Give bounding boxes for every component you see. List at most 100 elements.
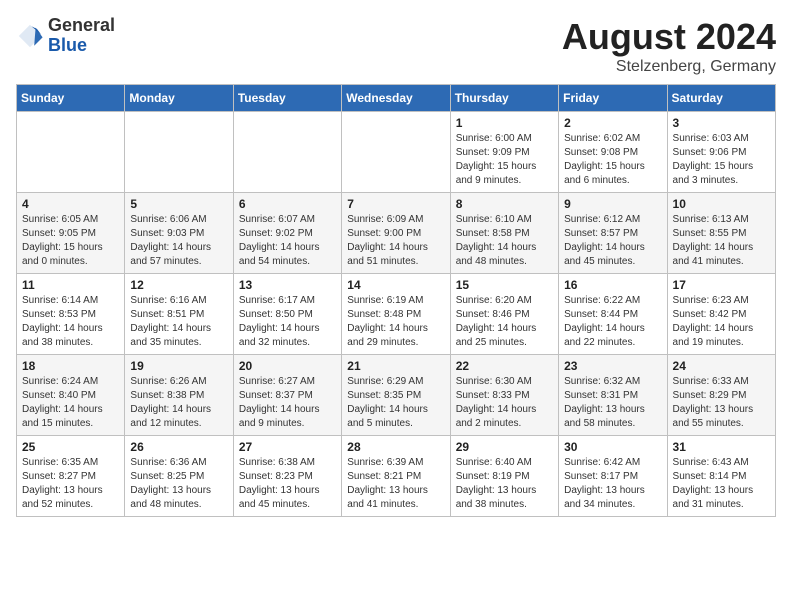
day-number: 6 <box>239 197 336 211</box>
logo: General Blue <box>16 16 115 56</box>
week-row-2: 4 Sunrise: 6:05 AMSunset: 9:05 PMDaylight… <box>17 193 776 274</box>
calendar-table: SundayMondayTuesdayWednesdayThursdayFrid… <box>16 84 776 517</box>
calendar-cell <box>125 112 233 193</box>
day-header-tuesday: Tuesday <box>233 85 341 112</box>
calendar-cell: 13 Sunrise: 6:17 AMSunset: 8:50 PMDayligh… <box>233 274 341 355</box>
day-info: Sunrise: 6:02 AMSunset: 9:08 PMDaylight:… <box>564 132 661 188</box>
calendar-cell: 8 Sunrise: 6:10 AMSunset: 8:58 PMDaylight… <box>450 193 558 274</box>
day-info: Sunrise: 6:23 AMSunset: 8:42 PMDaylight:… <box>673 294 770 350</box>
calendar-cell: 14 Sunrise: 6:19 AMSunset: 8:48 PMDayligh… <box>342 274 450 355</box>
day-info: Sunrise: 6:05 AMSunset: 9:05 PMDaylight:… <box>22 213 119 269</box>
day-number: 29 <box>456 440 553 454</box>
day-header-sunday: Sunday <box>17 85 125 112</box>
day-number: 5 <box>130 197 227 211</box>
title-block: August 2024 Stelzenberg, Germany <box>562 16 776 76</box>
day-info: Sunrise: 6:22 AMSunset: 8:44 PMDaylight:… <box>564 294 661 350</box>
day-info: Sunrise: 6:17 AMSunset: 8:50 PMDaylight:… <box>239 294 336 350</box>
day-header-friday: Friday <box>559 85 667 112</box>
day-number: 9 <box>564 197 661 211</box>
day-number: 19 <box>130 359 227 373</box>
location-label: Stelzenberg, Germany <box>562 58 776 76</box>
day-info: Sunrise: 6:10 AMSunset: 8:58 PMDaylight:… <box>456 213 553 269</box>
calendar-cell: 5 Sunrise: 6:06 AMSunset: 9:03 PMDaylight… <box>125 193 233 274</box>
day-info: Sunrise: 6:39 AMSunset: 8:21 PMDaylight:… <box>347 456 444 512</box>
day-info: Sunrise: 6:36 AMSunset: 8:25 PMDaylight:… <box>130 456 227 512</box>
day-number: 2 <box>564 116 661 130</box>
calendar-cell: 7 Sunrise: 6:09 AMSunset: 9:00 PMDaylight… <box>342 193 450 274</box>
calendar-cell: 30Sunrise: 6:42 AMSunset: 8:17 PMDayligh… <box>559 436 667 517</box>
logo-blue-label: Blue <box>48 36 115 56</box>
day-number: 21 <box>347 359 444 373</box>
logo-icon <box>16 22 44 50</box>
calendar-cell <box>342 112 450 193</box>
page-header: General Blue August 2024 Stelzenberg, Ge… <box>16 16 776 76</box>
day-number: 3 <box>673 116 770 130</box>
week-row-4: 18 Sunrise: 6:24 AMSunset: 8:40 PMDayligh… <box>17 355 776 436</box>
day-info: Sunrise: 6:00 AMSunset: 9:09 PMDaylight:… <box>456 132 553 188</box>
day-number: 15 <box>456 278 553 292</box>
calendar-cell: 10Sunrise: 6:13 AMSunset: 8:55 PMDayligh… <box>667 193 775 274</box>
calendar-cell: 4 Sunrise: 6:05 AMSunset: 9:05 PMDaylight… <box>17 193 125 274</box>
calendar-cell: 6 Sunrise: 6:07 AMSunset: 9:02 PMDaylight… <box>233 193 341 274</box>
day-header-monday: Monday <box>125 85 233 112</box>
day-number: 20 <box>239 359 336 373</box>
day-number: 22 <box>456 359 553 373</box>
week-row-3: 11 Sunrise: 6:14 AMSunset: 8:53 PMDayligh… <box>17 274 776 355</box>
day-number: 11 <box>22 278 119 292</box>
day-header-saturday: Saturday <box>667 85 775 112</box>
day-info: Sunrise: 6:06 AMSunset: 9:03 PMDaylight:… <box>130 213 227 269</box>
day-number: 8 <box>456 197 553 211</box>
day-info: Sunrise: 6:09 AMSunset: 9:00 PMDaylight:… <box>347 213 444 269</box>
calendar-cell: 26 Sunrise: 6:36 AMSunset: 8:25 PMDayligh… <box>125 436 233 517</box>
day-info: Sunrise: 6:27 AMSunset: 8:37 PMDaylight:… <box>239 375 336 431</box>
day-number: 16 <box>564 278 661 292</box>
day-number: 1 <box>456 116 553 130</box>
calendar-cell: 9Sunrise: 6:12 AMSunset: 8:57 PMDaylight… <box>559 193 667 274</box>
calendar-cell: 21 Sunrise: 6:29 AMSunset: 8:35 PMDayligh… <box>342 355 450 436</box>
day-number: 26 <box>130 440 227 454</box>
day-info: Sunrise: 6:30 AMSunset: 8:33 PMDaylight:… <box>456 375 553 431</box>
day-number: 17 <box>673 278 770 292</box>
calendar-cell: 2 Sunrise: 6:02 AMSunset: 9:08 PMDaylight… <box>559 112 667 193</box>
calendar-cell: 17 Sunrise: 6:23 AMSunset: 8:42 PMDayligh… <box>667 274 775 355</box>
day-header-wednesday: Wednesday <box>342 85 450 112</box>
day-info: Sunrise: 6:16 AMSunset: 8:51 PMDaylight:… <box>130 294 227 350</box>
logo-general-label: General <box>48 16 115 36</box>
day-number: 18 <box>22 359 119 373</box>
day-number: 7 <box>347 197 444 211</box>
calendar-cell: 11 Sunrise: 6:14 AMSunset: 8:53 PMDayligh… <box>17 274 125 355</box>
day-info: Sunrise: 6:43 AMSunset: 8:14 PMDaylight:… <box>673 456 770 512</box>
week-row-1: 1 Sunrise: 6:00 AMSunset: 9:09 PMDaylight… <box>17 112 776 193</box>
calendar-header-row: SundayMondayTuesdayWednesdayThursdayFrid… <box>17 85 776 112</box>
day-number: 14 <box>347 278 444 292</box>
week-row-5: 25Sunrise: 6:35 AMSunset: 8:27 PMDayligh… <box>17 436 776 517</box>
calendar-cell <box>17 112 125 193</box>
calendar-cell: 27 Sunrise: 6:38 AMSunset: 8:23 PMDayligh… <box>233 436 341 517</box>
day-number: 10 <box>673 197 770 211</box>
day-info: Sunrise: 6:29 AMSunset: 8:35 PMDaylight:… <box>347 375 444 431</box>
day-info: Sunrise: 6:19 AMSunset: 8:48 PMDaylight:… <box>347 294 444 350</box>
calendar-cell: 15Sunrise: 6:20 AMSunset: 8:46 PMDayligh… <box>450 274 558 355</box>
day-info: Sunrise: 6:07 AMSunset: 9:02 PMDaylight:… <box>239 213 336 269</box>
day-number: 27 <box>239 440 336 454</box>
day-number: 30 <box>564 440 661 454</box>
day-info: Sunrise: 6:40 AMSunset: 8:19 PMDaylight:… <box>456 456 553 512</box>
day-number: 24 <box>673 359 770 373</box>
calendar-cell: 23Sunrise: 6:32 AMSunset: 8:31 PMDayligh… <box>559 355 667 436</box>
day-number: 13 <box>239 278 336 292</box>
day-header-thursday: Thursday <box>450 85 558 112</box>
day-info: Sunrise: 6:24 AMSunset: 8:40 PMDaylight:… <box>22 375 119 431</box>
day-info: Sunrise: 6:14 AMSunset: 8:53 PMDaylight:… <box>22 294 119 350</box>
day-info: Sunrise: 6:38 AMSunset: 8:23 PMDaylight:… <box>239 456 336 512</box>
calendar-cell: 24Sunrise: 6:33 AMSunset: 8:29 PMDayligh… <box>667 355 775 436</box>
calendar-cell: 12Sunrise: 6:16 AMSunset: 8:51 PMDayligh… <box>125 274 233 355</box>
calendar-cell: 25Sunrise: 6:35 AMSunset: 8:27 PMDayligh… <box>17 436 125 517</box>
day-number: 4 <box>22 197 119 211</box>
day-info: Sunrise: 6:26 AMSunset: 8:38 PMDaylight:… <box>130 375 227 431</box>
calendar-cell: 31Sunrise: 6:43 AMSunset: 8:14 PMDayligh… <box>667 436 775 517</box>
month-year-title: August 2024 <box>562 16 776 58</box>
day-number: 28 <box>347 440 444 454</box>
calendar-cell: 1 Sunrise: 6:00 AMSunset: 9:09 PMDaylight… <box>450 112 558 193</box>
day-info: Sunrise: 6:03 AMSunset: 9:06 PMDaylight:… <box>673 132 770 188</box>
calendar-cell: 19 Sunrise: 6:26 AMSunset: 8:38 PMDayligh… <box>125 355 233 436</box>
